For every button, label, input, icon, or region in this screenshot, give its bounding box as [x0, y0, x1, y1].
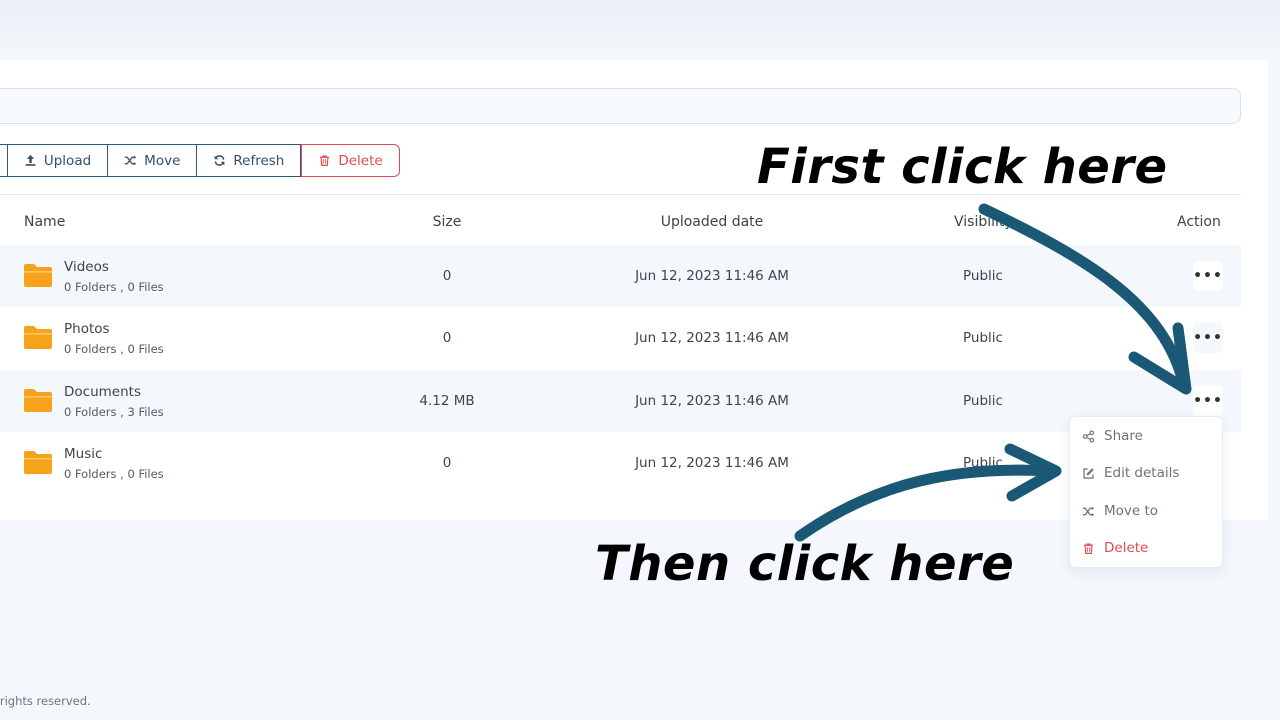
uploaded-date: Jun 12, 2023 11:46 AM — [635, 268, 789, 284]
folder-icon — [24, 451, 52, 474]
column-header-visibility[interactable]: Visibility — [954, 214, 1013, 230]
folder-name[interactable]: Videos — [64, 259, 109, 275]
shuffle-icon — [1082, 506, 1095, 516]
trash-icon — [320, 155, 330, 166]
dropdown-item-edit-details[interactable]: Edit details — [1070, 455, 1224, 491]
table-row[interactable]: Photos 0 Folders , 0 Files 0 Jun 12, 202… — [0, 307, 1241, 369]
folder-icon — [24, 326, 52, 349]
folder-name[interactable]: Photos — [64, 321, 110, 337]
annotation-then-click: Then click here — [595, 536, 1015, 592]
search-input[interactable] — [0, 88, 1241, 124]
uploaded-date: Jun 12, 2023 11:46 AM — [635, 455, 789, 471]
visibility-value: Public — [963, 330, 1003, 346]
column-header-uploaded-date[interactable]: Uploaded date — [661, 214, 764, 230]
table-row[interactable]: Music 0 Folders , 0 Files 0 Jun 12, 2023… — [0, 432, 1241, 494]
column-header-action: Action — [1177, 214, 1221, 230]
delete-button[interactable]: Delete — [301, 144, 400, 177]
visibility-value: Public — [963, 268, 1003, 284]
dropdown-item-share[interactable]: Share — [1070, 418, 1224, 454]
uploaded-date: Jun 12, 2023 11:46 AM — [635, 330, 789, 346]
delete-button-label: Delete — [338, 152, 383, 169]
toolbar: er Upload Move Refresh Delete — [0, 144, 400, 177]
refresh-button[interactable]: Refresh — [197, 144, 302, 177]
folder-size: 0 — [442, 330, 452, 346]
folder-summary: 0 Folders , 0 Files — [64, 467, 164, 481]
dropdown-item-share-label: Share — [1104, 428, 1143, 444]
footer-copyright: l rights reserved. — [0, 694, 91, 708]
folder-summary: 0 Folders , 0 Files — [64, 342, 164, 356]
folder-name[interactable]: Documents — [64, 384, 141, 400]
dropdown-item-move-to[interactable]: Move to — [1070, 493, 1224, 529]
refresh-icon — [215, 155, 225, 166]
edit-icon — [1083, 467, 1094, 479]
shuffle-icon — [124, 155, 137, 166]
folder-summary: 0 Folders , 0 Files — [64, 280, 164, 294]
folder-size: 4.12 MB — [419, 393, 475, 409]
column-header-size[interactable]: Size — [433, 214, 462, 230]
folder-size: 0 — [442, 268, 452, 284]
more-actions-button[interactable]: ••• — [1193, 261, 1223, 291]
move-button-label: Move — [144, 152, 181, 169]
upload-button-label: Upload — [43, 152, 92, 169]
annotation-first-click: First click here — [757, 139, 1168, 195]
refresh-button-label: Refresh — [233, 152, 285, 169]
folder-name[interactable]: Music — [64, 446, 102, 462]
more-actions-button[interactable]: ••• — [1193, 323, 1223, 353]
new-folder-button[interactable]: er — [0, 144, 8, 177]
folder-icon — [24, 389, 52, 412]
table-row[interactable]: Videos 0 Folders , 0 Files 0 Jun 12, 202… — [0, 245, 1241, 307]
top-band — [0, 0, 1280, 60]
folder-icon — [24, 264, 52, 287]
dropdown-item-move-to-label: Move to — [1104, 503, 1159, 519]
more-actions-button[interactable]: ••• — [1193, 386, 1223, 416]
visibility-value: Public — [963, 393, 1003, 409]
visibility-value: Public — [963, 455, 1003, 471]
folder-summary: 0 Folders , 3 Files — [64, 405, 164, 419]
share-icon — [1082, 429, 1095, 443]
upload-button[interactable]: Upload — [7, 144, 109, 177]
move-button[interactable]: Move — [108, 144, 198, 177]
upload-icon — [25, 154, 36, 166]
action-dropdown-menu: Share Edit details Move to Delete — [1069, 416, 1223, 568]
dropdown-item-delete-label: Delete — [1104, 540, 1149, 556]
folder-size: 0 — [442, 455, 452, 471]
column-header-name[interactable]: Name — [24, 214, 65, 230]
dropdown-item-delete[interactable]: Delete — [1070, 530, 1224, 566]
table-row[interactable]: Documents 0 Folders , 3 Files 4.12 MB Ju… — [0, 370, 1241, 432]
trash-icon — [1084, 542, 1093, 554]
dropdown-item-edit-details-label: Edit details — [1104, 465, 1180, 481]
uploaded-date: Jun 12, 2023 11:46 AM — [635, 393, 789, 409]
